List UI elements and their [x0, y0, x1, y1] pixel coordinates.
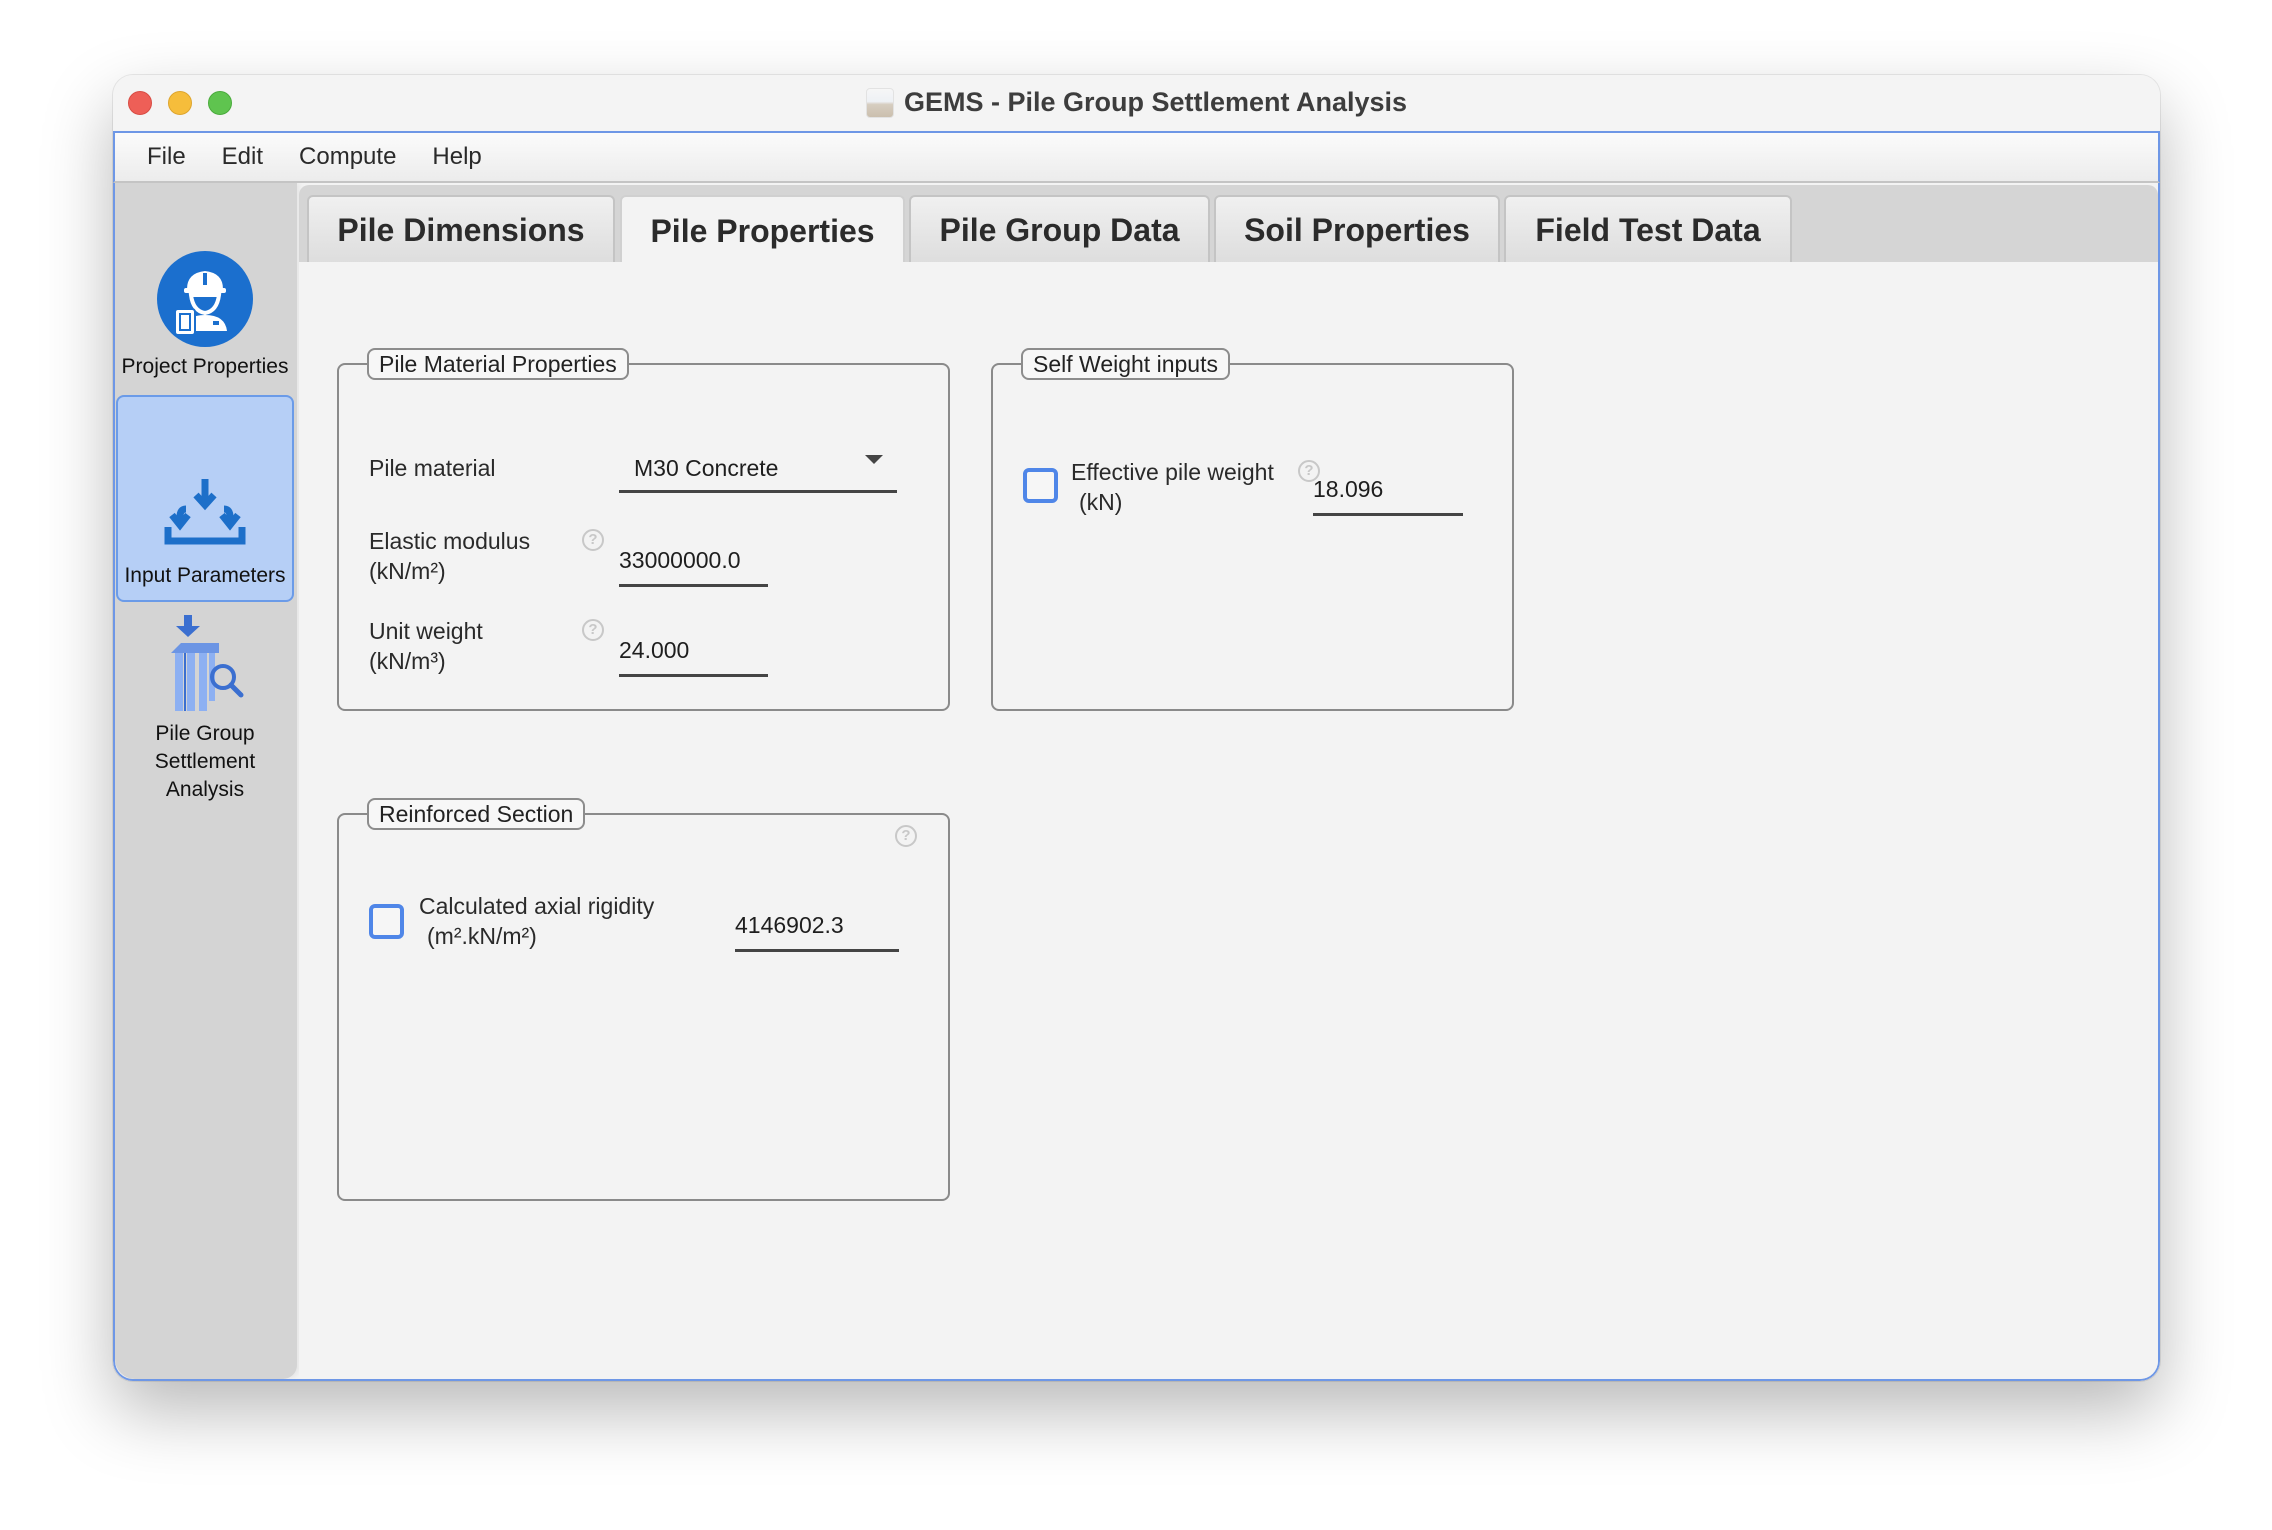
- sidebar-item-pile-group-settlement-analysis[interactable]: Pile Group Settlement Analysis: [116, 615, 294, 815]
- panel-title: Reinforced Section: [367, 798, 586, 830]
- chevron-down-icon: [865, 455, 883, 464]
- menu-bar: File Edit Compute Help: [113, 133, 2160, 183]
- app-icon: [865, 87, 894, 118]
- elastic-modulus-label: Elastic modulus: [369, 528, 531, 554]
- tab-pile-properties[interactable]: Pile Properties: [620, 195, 905, 265]
- tab-pile-dimensions[interactable]: Pile Dimensions: [307, 195, 615, 263]
- tab-field-test-data[interactable]: Field Test Data: [1504, 195, 1792, 263]
- sidebar-item-label: Project Properties: [121, 355, 289, 378]
- unit-weight-input[interactable]: 24.000: [619, 631, 768, 677]
- axial-rigidity-checkbox[interactable]: [369, 904, 404, 939]
- pile-material-value: M30 Concrete: [634, 455, 779, 481]
- tab-content-pile-properties: Pile Material Properties Pile material M…: [299, 262, 2158, 1379]
- elastic-modulus-input[interactable]: 33000000.0: [619, 541, 768, 587]
- elastic-modulus-unit: (kN/m²): [369, 558, 446, 584]
- sidebar-item-project-properties[interactable]: Project Properties: [116, 251, 294, 391]
- pile-group-analysis-icon: [171, 615, 244, 711]
- menu-file[interactable]: File: [147, 143, 186, 171]
- axial-rigidity-input[interactable]: 4146902.3: [735, 906, 899, 952]
- help-icon[interactable]: ?: [582, 529, 604, 551]
- app-window: GEMS - Pile Group Settlement Analysis Fi…: [113, 75, 2160, 1381]
- input-download-icon: [164, 479, 246, 545]
- menu-compute[interactable]: Compute: [299, 143, 396, 171]
- effective-pile-weight-label: Effective pile weight: [1071, 459, 1274, 485]
- unit-weight-unit: (kN/m³): [369, 648, 446, 674]
- reinforced-section-panel: Reinforced Section ? Calculated axial ri…: [337, 798, 950, 1201]
- tab-pile-group-data[interactable]: Pile Group Data: [909, 195, 1210, 263]
- engineer-icon: [157, 251, 253, 347]
- pile-material-properties-panel: Pile Material Properties Pile material M…: [337, 348, 950, 711]
- effective-pile-weight-unit: (kN): [1079, 489, 1123, 515]
- menu-help[interactable]: Help: [432, 143, 481, 171]
- help-icon[interactable]: ?: [895, 825, 917, 847]
- effective-pile-weight-checkbox[interactable]: [1023, 468, 1058, 503]
- panel-title: Pile Material Properties: [367, 348, 629, 380]
- sidebar-item-label-line: Settlement: [154, 750, 256, 773]
- sidebar: Project Properties Input Parameters Pile…: [115, 183, 297, 1379]
- menu-edit[interactable]: Edit: [222, 143, 263, 171]
- axial-rigidity-label: Calculated axial rigidity: [419, 893, 655, 919]
- unit-weight-label: Unit weight: [369, 618, 483, 644]
- axial-rigidity-unit: (m².kN/m²): [427, 923, 537, 949]
- window-title: GEMS - Pile Group Settlement Analysis: [903, 87, 1408, 117]
- panel-title: Self Weight inputs: [1021, 348, 1230, 380]
- title-bar: GEMS - Pile Group Settlement Analysis: [113, 75, 2160, 133]
- sidebar-item-label-line: Pile Group: [155, 722, 255, 745]
- help-icon[interactable]: ?: [582, 619, 604, 641]
- pile-material-dropdown[interactable]: M30 Concrete: [619, 445, 897, 493]
- window-title-container: GEMS - Pile Group Settlement Analysis: [113, 87, 2160, 118]
- self-weight-inputs-panel: Self Weight inputs Effective pile weight…: [991, 348, 1514, 711]
- sidebar-item-input-parameters[interactable]: Input Parameters: [116, 395, 294, 602]
- pile-material-label: Pile material: [369, 455, 496, 481]
- effective-pile-weight-input[interactable]: 18.096: [1313, 470, 1463, 516]
- tab-soil-properties[interactable]: Soil Properties: [1214, 195, 1500, 263]
- sidebar-item-label: Input Parameters: [124, 564, 286, 587]
- body-area: Project Properties Input Parameters Pile…: [113, 183, 2160, 1381]
- sidebar-item-label-line: Analysis: [165, 778, 245, 801]
- tab-strip: Pile Dimensions Pile Properties Pile Gro…: [299, 185, 2158, 265]
